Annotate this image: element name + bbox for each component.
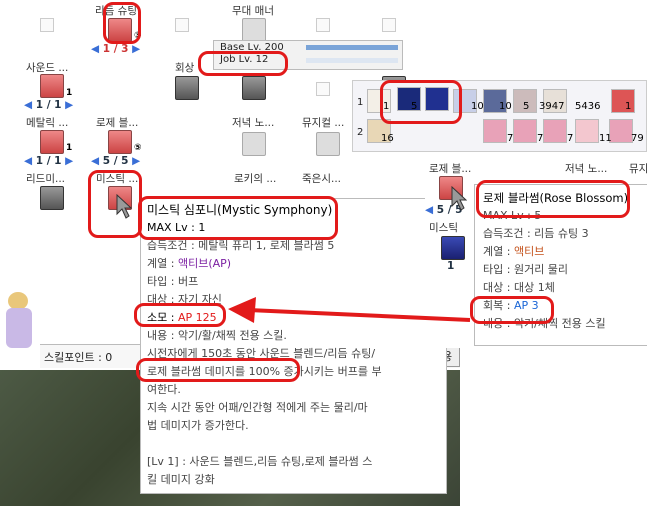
highlight-tooltip-title <box>138 196 338 240</box>
empty-slot <box>316 18 330 32</box>
empty-slot <box>382 18 396 32</box>
level-up-arrow[interactable]: ▶ <box>65 155 73 167</box>
skill-label-evening: 저녁 노... <box>232 117 275 129</box>
skill-label-rose-blossom: 로제 블... <box>429 163 472 175</box>
tooltip-desc-line: 여한다. <box>147 383 181 396</box>
level-down-arrow[interactable]: ◀ <box>425 204 433 216</box>
skill-badge: 1 <box>66 143 73 153</box>
hotbar-slot[interactable] <box>543 119 567 143</box>
level-down-arrow[interactable]: ◀ <box>91 43 99 55</box>
skill-label-evening: 저녁 노... <box>565 163 608 175</box>
level-down-arrow[interactable]: ◀ <box>91 155 99 167</box>
bar-skill-icon[interactable] <box>242 76 266 100</box>
hotbar-row-number: 2 <box>357 127 364 138</box>
item-count: 3947 <box>539 101 565 112</box>
skill-points-text: 스킬포인트 : 0 <box>44 351 113 364</box>
level-up-arrow[interactable]: ▶ <box>132 155 140 167</box>
skill-level-rhythm-shooting: ◀ 1 / 3 ▶ <box>91 43 141 55</box>
level-down-arrow[interactable]: ◀ <box>24 99 32 111</box>
metallic-fury-skill-icon[interactable] <box>40 130 64 154</box>
item-count: 5436 <box>575 101 601 112</box>
hotbar-slot[interactable] <box>609 119 633 143</box>
level-up-arrow[interactable]: ▶ <box>65 99 73 111</box>
tooltip-spacer <box>147 435 440 453</box>
item-count: 7 <box>567 133 574 144</box>
skill-label-stage-manner: 무대 매너 <box>232 5 274 17</box>
skill-badge: ⑤ <box>134 143 142 153</box>
item-count: 7 <box>507 133 514 144</box>
item-count: 11 <box>599 133 612 144</box>
rose-blossom-skill-icon[interactable] <box>108 130 132 154</box>
empty-slot <box>175 18 189 32</box>
tooltip-target: 대상 : 대상 1체 <box>483 281 555 294</box>
level-up-arrow[interactable]: ▶ <box>132 43 140 55</box>
skill-label-recovery: 회상 <box>175 62 195 74</box>
stage-manner-skill-icon[interactable] <box>242 18 266 42</box>
skill-label-sound-blend: 사운드 ... <box>26 62 69 74</box>
skill-level-metallic-fury: ◀ 1 / 1 ▶ <box>24 155 74 167</box>
rhythm-mi-skill-icon[interactable] <box>40 186 64 210</box>
item-count: 10 <box>471 101 484 112</box>
hotbar-row-number: 1 <box>357 97 364 108</box>
tooltip-mystic-symphony: 미스틱 심포니(Mystic Symphony) MAX Lv : 1 습득조건… <box>140 198 447 494</box>
hotbar-slot[interactable] <box>483 119 507 143</box>
item-count: 16 <box>381 133 394 144</box>
evening-skill-icon[interactable] <box>242 132 266 156</box>
highlight-rose-title <box>476 180 630 218</box>
mystic-symphony-skill-icon[interactable] <box>441 236 465 260</box>
skill-label-metallic-fury: 메탈릭 ... <box>26 117 69 129</box>
skill-label-lokis: 로키의 ... <box>234 173 277 185</box>
skill-label-mystic: 미스틱 <box>429 222 458 234</box>
highlight-job-level <box>198 51 288 76</box>
hotbar-slot[interactable] <box>513 119 537 143</box>
tooltip-desc-line: 법 데미지가 증가한다. <box>147 419 249 432</box>
highlight-mystic-skill <box>88 170 142 238</box>
skill-label-rhythm-mi: 리드미... <box>26 173 65 185</box>
empty-slot <box>316 82 330 96</box>
highlight-ap-cost <box>134 303 226 327</box>
tooltip-family: 계열 : 액티브(AP) <box>147 257 232 270</box>
skill-badge: 1 <box>66 88 73 98</box>
hotbar-slot[interactable] <box>575 119 599 143</box>
item-count: 5 <box>523 101 530 112</box>
hotbar-slot[interactable] <box>611 89 635 113</box>
item-count: 1 <box>625 101 632 112</box>
skill-count: 1 <box>447 260 455 272</box>
skill-level-rose-blossom: ◀ 5 / 5 ▶ <box>91 155 141 167</box>
tooltip-family: 계열 : 액티브 <box>483 245 545 258</box>
level-down-arrow[interactable]: ◀ <box>24 155 32 167</box>
item-count: 79 <box>631 133 644 144</box>
highlight-rhythm-shooting <box>103 2 141 44</box>
skill-label-rose-blossom: 로제 블... <box>96 117 139 129</box>
job-exp-bar <box>306 58 398 63</box>
item-count: 7 <box>537 133 544 144</box>
mouse-cursor-icon <box>451 186 467 211</box>
highlight-hotbar-items <box>380 80 462 124</box>
tooltip-desc-line: 지속 시간 동안 어패/인간형 적에게 주는 물리/마 <box>147 401 368 414</box>
tooltip-type: 타입 : 원거리 물리 <box>483 263 569 276</box>
character-sprite <box>0 290 40 360</box>
sound-blend-skill-icon[interactable] <box>40 74 64 98</box>
base-exp-bar <box>306 45 398 50</box>
skill-label-dead: 죽은시... <box>302 173 341 185</box>
character-body <box>6 308 32 348</box>
skill-label-musical: 뮤지컬 ... <box>302 117 345 129</box>
annotation-arrow <box>228 297 471 323</box>
tooltip-level-effect: [Lv 1] : 사운드 블렌드,리듬 슈팅,로제 블라썸 스 <box>147 455 373 468</box>
recovery-skill-icon[interactable] <box>175 76 199 100</box>
item-count: 10 <box>499 101 512 112</box>
highlight-ap-recover <box>470 296 554 324</box>
highlight-damage-boost <box>136 358 300 382</box>
skill-level-sound-blend: ◀ 1 / 1 ▶ <box>24 99 74 111</box>
tooltip-requirement: 습득조건 : 리듬 슈팅 3 <box>483 227 589 240</box>
skill-label-musical: 뮤지 <box>629 163 647 175</box>
musical-skill-icon[interactable] <box>316 132 340 156</box>
empty-slot <box>40 18 54 32</box>
tooltip-level-effect: 킬 데미지 강화 <box>147 473 215 486</box>
